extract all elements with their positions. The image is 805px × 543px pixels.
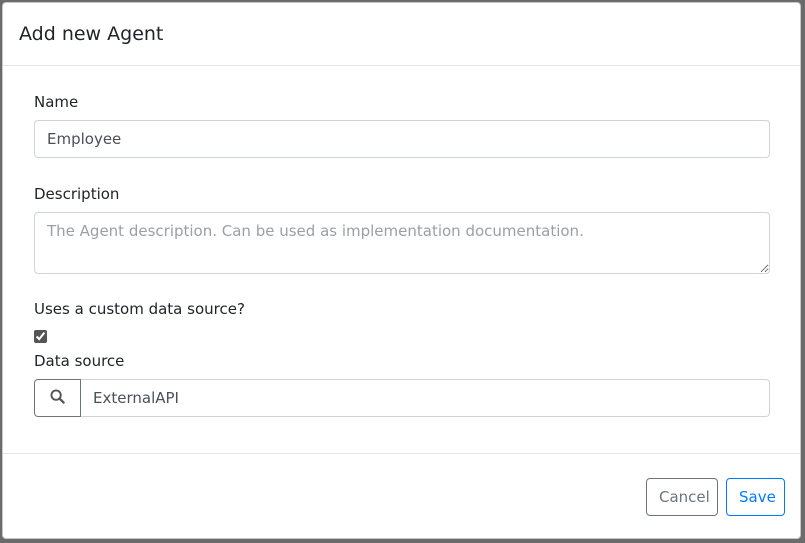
description-textarea[interactable] bbox=[34, 212, 770, 274]
search-icon bbox=[50, 389, 65, 407]
name-field-group: Name bbox=[34, 92, 770, 158]
description-field-group: Description bbox=[34, 184, 770, 274]
dialog-title: Add new Agent bbox=[19, 23, 164, 45]
custom-data-source-group: Uses a custom data source? bbox=[34, 299, 770, 343]
save-button[interactable]: Save bbox=[726, 477, 785, 516]
name-label: Name bbox=[34, 93, 79, 111]
dialog-footer: Cancel Save bbox=[3, 453, 800, 538]
dialog-header: Add new Agent bbox=[3, 3, 800, 66]
data-source-input-group bbox=[34, 379, 770, 417]
data-source-search-button[interactable] bbox=[34, 379, 81, 417]
description-label: Description bbox=[34, 185, 120, 203]
data-source-field-group: Data source bbox=[34, 351, 770, 417]
checkbox-wrapper bbox=[34, 328, 770, 343]
custom-data-source-label: Uses a custom data source? bbox=[34, 300, 245, 318]
add-agent-dialog: Add new Agent Name Description Uses a cu… bbox=[2, 2, 801, 539]
data-source-label: Data source bbox=[34, 352, 125, 370]
custom-data-source-checkbox[interactable] bbox=[34, 330, 47, 343]
cancel-button[interactable]: Cancel bbox=[646, 477, 718, 516]
data-source-input[interactable] bbox=[81, 379, 770, 417]
dialog-body: Name Description Uses a custom data sour… bbox=[3, 66, 800, 453]
name-input[interactable] bbox=[34, 120, 770, 158]
